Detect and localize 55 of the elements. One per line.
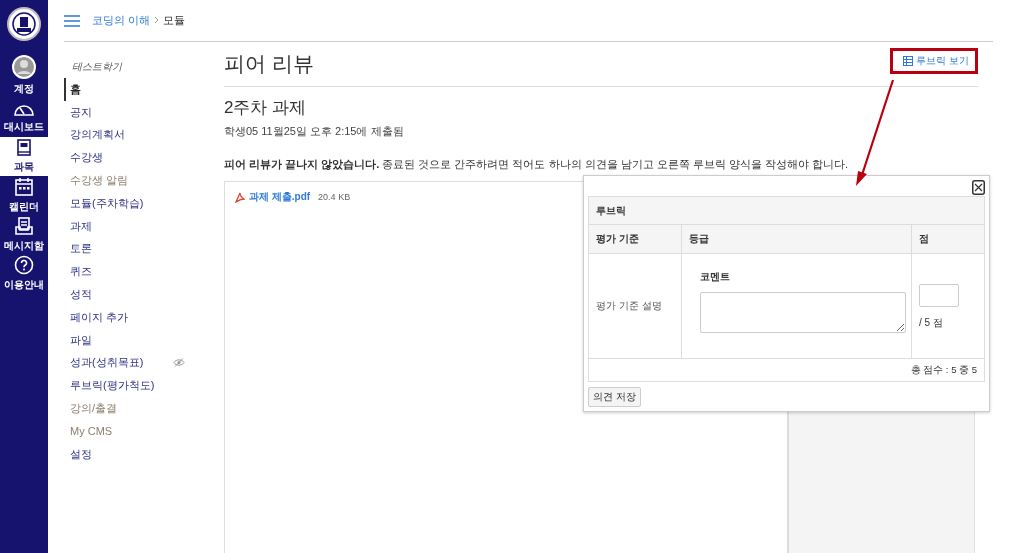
course-nav-link[interactable]: 루브릭(평가척도) — [70, 378, 155, 394]
column-header: 점 — [911, 224, 985, 254]
course-nav-link[interactable]: 성과(성취목표) — [70, 355, 144, 371]
course-nav-link[interactable]: 퀴즈 — [70, 264, 92, 280]
calendar-icon — [14, 177, 34, 197]
rubric-title: 루브릭 — [588, 196, 985, 225]
chevron-icon — [154, 16, 160, 24]
points-field[interactable] — [919, 284, 959, 307]
nav-label[interactable]: 메시지함 — [4, 239, 44, 253]
comment-label: 코멘트 — [700, 270, 731, 284]
notice-text: 피어 리뷰가 끝나지 않았습니다. 종료된 것으로 간주하려면 적어도 하나의 의견을 남기고 오른쪽 루브릭 양식을 작성해야 합니다. — [224, 157, 849, 172]
course-nav-link[interactable]: 설정 — [70, 446, 92, 462]
pdf-icon — [235, 191, 245, 203]
breadcrumb-current: 모듈 — [163, 14, 186, 26]
nav-label[interactable]: 과목 — [14, 160, 34, 174]
criterion-description: 평가 기준 설명 — [588, 253, 682, 359]
course-nav-link[interactable]: 공지 — [70, 104, 92, 120]
course-nav-link[interactable]: 파일 — [70, 332, 92, 348]
save-comment-button[interactable]: 의견 저장 — [588, 387, 641, 407]
rubric-link[interactable]: 루브릭 보기 — [903, 54, 969, 68]
seal-logo-icon[interactable] — [6, 6, 42, 42]
course-nav-link[interactable]: 수강생 알림 — [70, 173, 129, 189]
submission-info: 학생05 11월25일 오후 2:15에 제출됨 — [224, 124, 405, 139]
menu-icon[interactable] — [64, 14, 80, 27]
course-nav-link[interactable]: 성적 — [70, 287, 92, 303]
course-nav-link[interactable]: 강의계획서 — [70, 127, 125, 143]
file-size: 20.4 KB — [318, 192, 351, 202]
breadcrumb-link[interactable]: 코딩의 이해 — [92, 14, 151, 26]
rubric-icon — [903, 56, 914, 66]
assignment-title: 2주차 과제 — [224, 97, 308, 119]
course-nav-link[interactable]: 강의/출결 — [70, 401, 118, 417]
nav-label[interactable]: 이용안내 — [4, 278, 44, 292]
inbox-icon — [14, 216, 34, 236]
avatar-icon — [12, 54, 36, 79]
points-max: / 5 점 — [919, 317, 943, 328]
nav-label[interactable]: 캘린더 — [9, 200, 39, 214]
close-icon[interactable] — [972, 180, 985, 195]
course-nav-link[interactable]: 토론 — [70, 241, 92, 257]
file-link[interactable]: 과제 제출.pdf — [249, 190, 311, 204]
course-nav-link[interactable]: 수강생 — [70, 150, 103, 166]
term-label: 테스트학기 — [72, 60, 122, 74]
help-icon — [14, 255, 34, 275]
total-score: 총 점수 : 5 중 5 — [588, 358, 985, 382]
column-header: 등급 — [681, 224, 912, 254]
course-nav-link[interactable]: My CMS — [70, 425, 113, 438]
course-nav-link[interactable]: 홈 — [70, 81, 81, 97]
nav-label[interactable]: 계정 — [14, 81, 34, 96]
course-nav-link[interactable]: 모듈(주차학습) — [70, 195, 144, 211]
column-header: 평가 기준 — [588, 224, 682, 254]
nav-label[interactable]: 대시보드 — [4, 120, 44, 134]
course-nav-link[interactable]: 과제 — [70, 218, 92, 234]
comment-field[interactable] — [700, 292, 906, 333]
book-icon — [16, 139, 32, 157]
course-nav-link[interactable]: 페이지 추가 — [70, 309, 129, 325]
page-title: 피어 리뷰 — [224, 51, 314, 77]
